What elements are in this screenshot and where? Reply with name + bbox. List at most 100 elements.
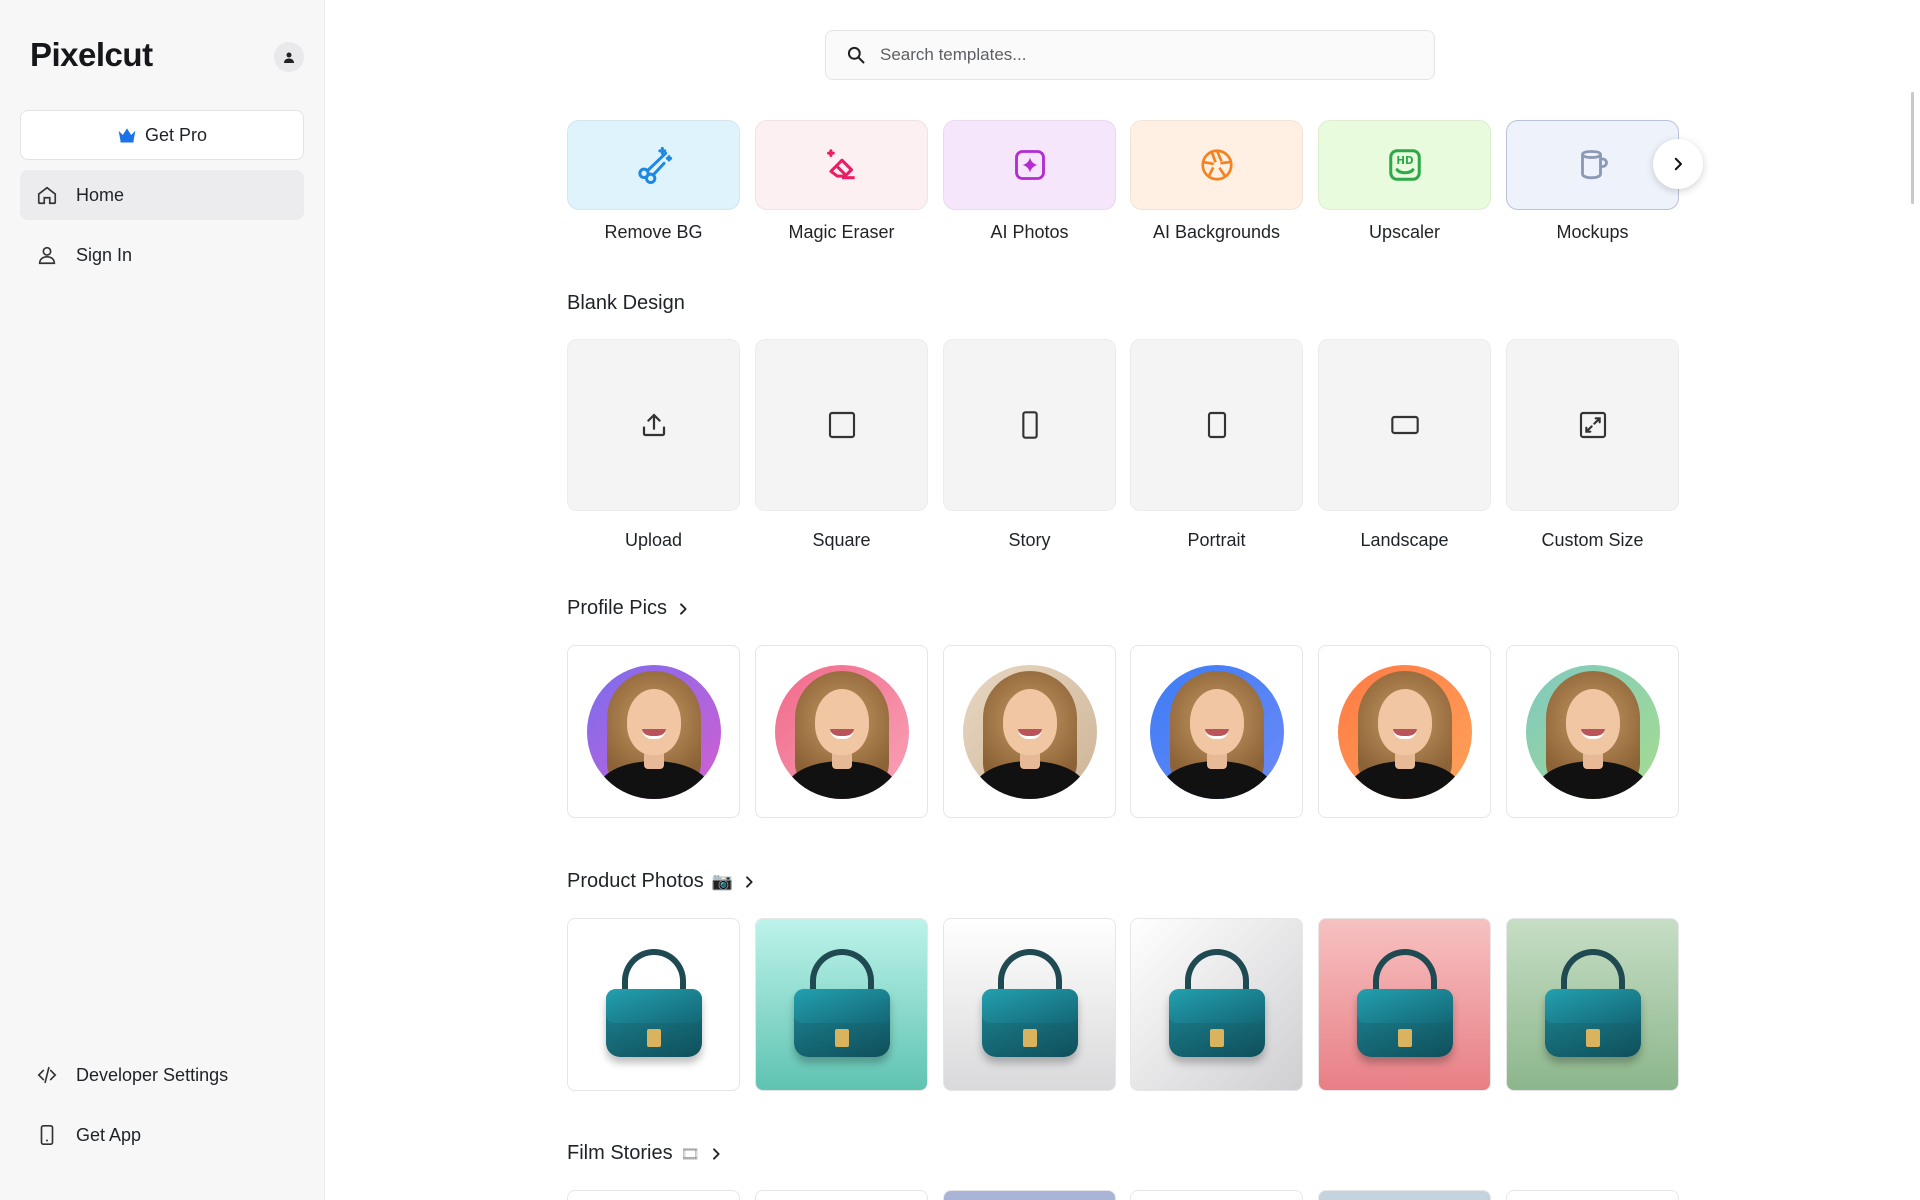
tool-upscaler[interactable]: HD Upscaler: [1318, 120, 1491, 243]
sidebar-item-label: Sign In: [76, 244, 133, 265]
section-title-blank-design: Blank Design: [567, 292, 685, 315]
blank-tile[interactable]: [943, 339, 1116, 511]
tool-ai-backgrounds[interactable]: AI Backgrounds: [1130, 120, 1303, 243]
blank-tile[interactable]: [1318, 339, 1491, 511]
blank-landscape[interactable]: Landscape: [1318, 339, 1491, 551]
blank-upload[interactable]: Upload: [567, 339, 740, 551]
blank-tile[interactable]: [1506, 339, 1679, 511]
tool-label: Mockups: [1556, 222, 1629, 242]
film-emoji: 🎞: [680, 1145, 700, 1163]
product-photo-card[interactable]: [1506, 918, 1679, 1091]
profile-pic-card[interactable]: [1130, 645, 1303, 818]
scissors-sparkle-icon: [637, 146, 672, 184]
bag-clasp: [1022, 1028, 1037, 1047]
profile-avatar: [586, 664, 721, 799]
story-icon: [1021, 411, 1038, 439]
avatar-face: [814, 688, 869, 755]
tool-label: Remove BG: [604, 222, 703, 242]
product-photo-card[interactable]: [755, 918, 928, 1091]
blank-tile[interactable]: [567, 339, 740, 511]
sidebar-item-label: Home: [76, 184, 125, 205]
code-icon: [37, 1066, 57, 1084]
chevron-right-icon: [745, 875, 753, 888]
tool-ai-photos[interactable]: AI Photos: [943, 120, 1116, 243]
app-logo[interactable]: Pixelcut: [30, 36, 153, 74]
scrollbar-thumb[interactable]: [1911, 92, 1914, 204]
handbag-image: [1533, 945, 1653, 1065]
user-icon: [38, 246, 56, 265]
profile-avatar: [962, 664, 1097, 799]
profile-avatar: [1337, 664, 1472, 799]
blank-square[interactable]: Square: [755, 339, 928, 551]
profile-pic-card[interactable]: [567, 645, 740, 818]
blank-tile[interactable]: [1130, 339, 1303, 511]
film-story-card[interactable]: [567, 1190, 740, 1200]
bag-clasp: [646, 1028, 661, 1047]
section-title-profile-pics[interactable]: Profile Pics: [567, 597, 691, 620]
svg-text:HD: HD: [1396, 155, 1413, 167]
product-photo-card[interactable]: [567, 918, 740, 1091]
get-pro-button[interactable]: Get Pro: [20, 110, 304, 160]
film-story-card[interactable]: [1130, 1190, 1303, 1200]
tool-tile[interactable]: HD: [1318, 120, 1491, 210]
blank-custom-size[interactable]: Custom Size: [1506, 339, 1679, 551]
tool-tile[interactable]: [943, 120, 1116, 210]
blank-story[interactable]: Story: [943, 339, 1116, 551]
profile-avatar: [1149, 664, 1284, 799]
avatar-smile: [1204, 728, 1229, 739]
film-story-card[interactable]: [755, 1190, 928, 1200]
tool-mockups[interactable]: Mockups: [1506, 120, 1679, 243]
profile-pic-card[interactable]: [943, 645, 1116, 818]
section-title-film-stories[interactable]: Film Stories 🎞: [567, 1142, 724, 1165]
product-photo-card[interactable]: [1318, 918, 1491, 1091]
section-title-text: Film Stories: [567, 1142, 673, 1164]
film-story-card[interactable]: [1318, 1190, 1491, 1200]
carousel-next-button[interactable]: [1653, 139, 1703, 189]
sidebar-item-get-app[interactable]: Get App: [20, 1110, 304, 1160]
tool-tile[interactable]: [1130, 120, 1303, 210]
get-pro-label: Get Pro: [144, 124, 208, 145]
sidebar-item-label: Developer Settings: [76, 1064, 229, 1085]
handbag-image: [782, 945, 902, 1065]
tool-remove-bg[interactable]: Remove BG: [567, 120, 740, 243]
avatar-face: [1565, 688, 1620, 755]
tool-tile[interactable]: [755, 120, 928, 210]
aperture-icon: [1200, 149, 1233, 181]
sidebar-item-sign-in[interactable]: Sign In: [20, 230, 304, 280]
tool-tile[interactable]: [567, 120, 740, 210]
tool-magic-eraser[interactable]: Magic Eraser: [755, 120, 928, 243]
section-title-product-photos[interactable]: Product Photos 📷: [567, 870, 757, 893]
search-input[interactable]: [880, 45, 1400, 65]
handbag-image: [970, 945, 1090, 1065]
avatar-face: [1377, 688, 1432, 755]
bag-clasp: [1585, 1028, 1600, 1047]
film-story-card[interactable]: [943, 1190, 1116, 1200]
avatar-smile: [1017, 728, 1042, 739]
tool-label: Upscaler: [1368, 222, 1441, 242]
resize-icon: [1579, 411, 1606, 439]
avatar-smile: [1392, 728, 1417, 739]
section-title-text: Product Photos: [567, 870, 704, 892]
profile-pic-card[interactable]: [1506, 645, 1679, 818]
account-button[interactable]: [274, 42, 304, 72]
profile-pic-card[interactable]: [1318, 645, 1491, 818]
blank-portrait[interactable]: Portrait: [1130, 339, 1303, 551]
mug-icon: [1580, 150, 1608, 180]
eraser-icon: [826, 149, 855, 180]
search-bar[interactable]: [825, 30, 1435, 80]
portrait-icon: [1207, 411, 1226, 439]
home-icon: [37, 186, 57, 205]
page-scrollbar[interactable]: [1906, 0, 1920, 1200]
bag-flap: [793, 988, 890, 1023]
product-photo-card[interactable]: [943, 918, 1116, 1091]
product-photo-card[interactable]: [1130, 918, 1303, 1091]
handbag-image: [1345, 945, 1465, 1065]
handbag-image: [594, 945, 714, 1065]
tool-label: AI Backgrounds: [1152, 222, 1281, 242]
profile-pic-card[interactable]: [755, 645, 928, 818]
sidebar-item-home[interactable]: Home: [20, 170, 304, 220]
sidebar-item-developer-settings[interactable]: Developer Settings: [20, 1050, 304, 1100]
handbag-image: [1157, 945, 1277, 1065]
blank-tile[interactable]: [755, 339, 928, 511]
film-story-card[interactable]: [1506, 1190, 1679, 1200]
